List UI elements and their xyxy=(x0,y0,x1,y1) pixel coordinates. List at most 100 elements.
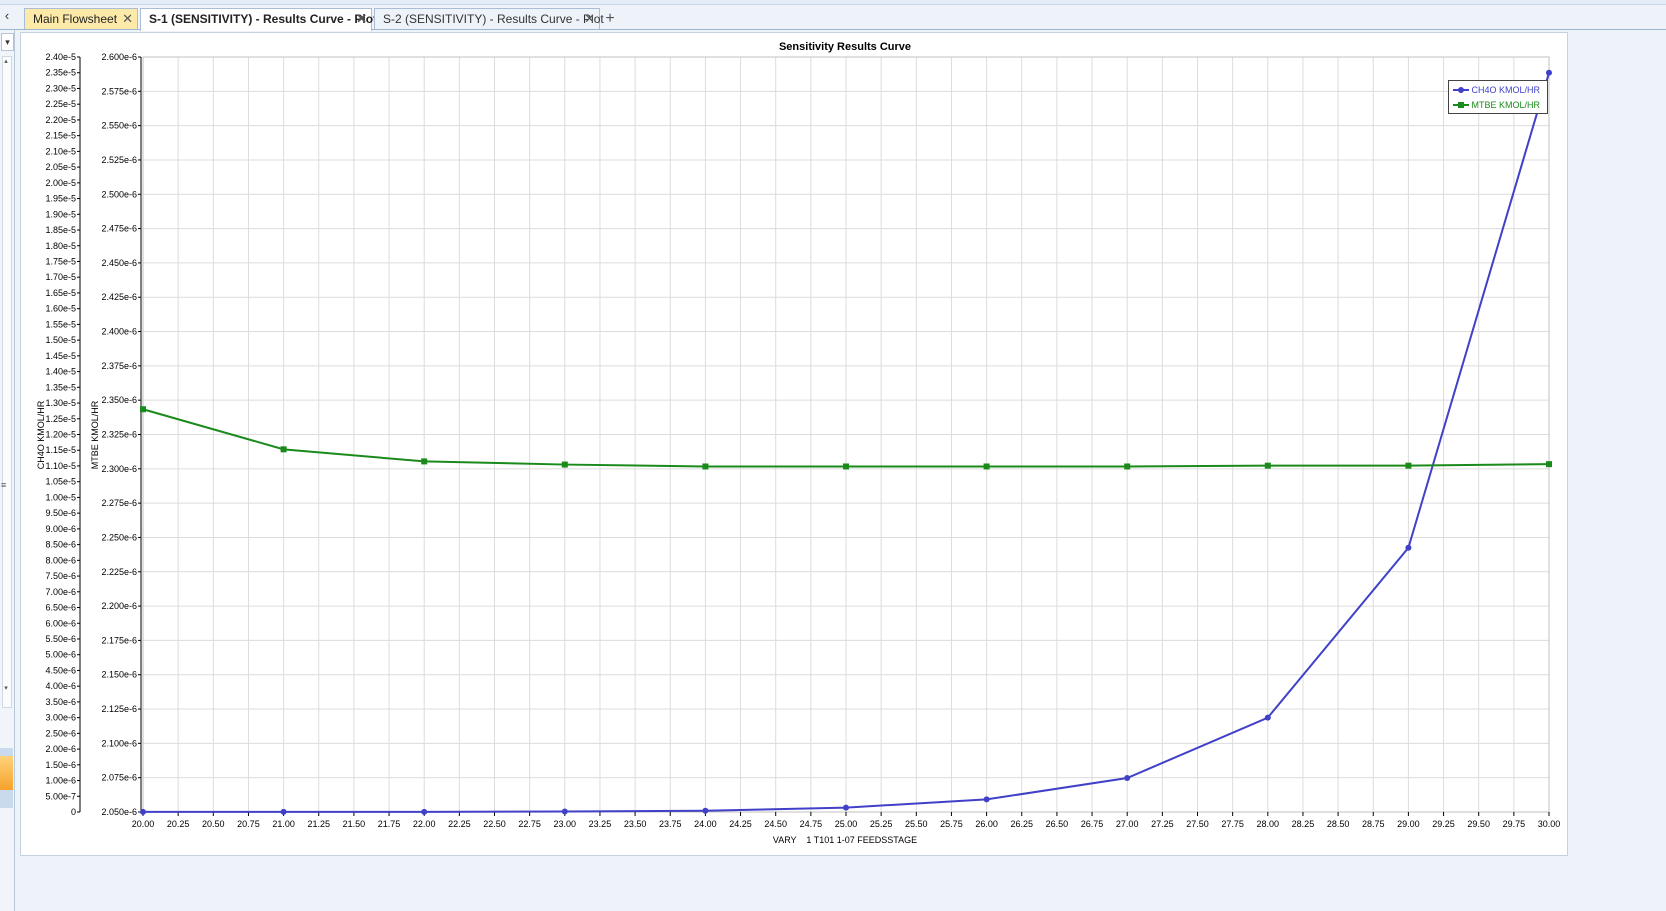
x-tick-label: 22.00 xyxy=(413,819,436,829)
x-tick-label: 28.75 xyxy=(1362,819,1385,829)
y-tick-label: 9.00e-6 xyxy=(45,524,76,534)
y-tick-label: 2.40e-5 xyxy=(45,52,76,62)
x-tick-label: 26.50 xyxy=(1046,819,1069,829)
data-point xyxy=(1124,775,1131,782)
x-tick-label: 23.50 xyxy=(624,819,647,829)
y-tick-label: 1.20e-5 xyxy=(45,430,76,440)
y-tick-label: 6.50e-6 xyxy=(45,603,76,613)
x-tick-label: 23.00 xyxy=(554,819,577,829)
data-point xyxy=(1264,714,1271,721)
y-tick-label: 7.00e-6 xyxy=(45,587,76,597)
y-tick-label: 1.80e-5 xyxy=(45,241,76,251)
x-tick-label: 22.25 xyxy=(448,819,471,829)
y-tick-label: 1.30e-5 xyxy=(45,398,76,408)
x-tick-label: 28.25 xyxy=(1292,819,1315,829)
legend: CH4O KMOL/HR MTBE KMOL/HR xyxy=(1448,80,1548,114)
x-tick-label: 25.75 xyxy=(940,819,963,829)
y-tick-label: 1.60e-5 xyxy=(45,304,76,314)
x-tick-label: 21.50 xyxy=(343,819,366,829)
y-tick-label: 1.00e-5 xyxy=(45,492,76,502)
y-tick-label: 2.325e-6 xyxy=(101,430,137,440)
y-tick-label: 2.275e-6 xyxy=(101,498,137,508)
legend-item-ch4o: CH4O KMOL/HR xyxy=(1453,83,1540,97)
square-marker-icon xyxy=(1453,98,1469,112)
x-tick-label: 21.25 xyxy=(307,819,330,829)
y-tick-label: 1.40e-5 xyxy=(45,367,76,377)
y-tick-label: 2.500e-6 xyxy=(101,189,137,199)
y-tick-label: 8.50e-6 xyxy=(45,540,76,550)
y-tick-label: 2.350e-6 xyxy=(101,395,137,405)
y-tick-label: 1.50e-5 xyxy=(45,335,76,345)
sensitivity-chart: 20.00 20.25 20.50 20.75 21.00 21.25 21.50 21.75… xyxy=(36,41,1560,845)
y-tick-label: 2.375e-6 xyxy=(101,361,137,371)
x-tick-label: 23.25 xyxy=(589,819,612,829)
y-tick-label: 8.00e-6 xyxy=(45,555,76,565)
y-tick-label: 1.15e-5 xyxy=(45,445,76,455)
axes: 20.00 20.25 20.50 20.75 21.00 21.25 21.50 21.75… xyxy=(45,52,1560,829)
y-tick-label: 1.75e-5 xyxy=(45,256,76,266)
y-tick-label: 4.50e-6 xyxy=(45,665,76,675)
y-tick-label: 1.50e-6 xyxy=(45,760,76,770)
x-tick-label: 27.75 xyxy=(1221,819,1244,829)
y-tick-label: 2.25e-5 xyxy=(45,99,76,109)
data-point xyxy=(1546,69,1552,76)
y-tick-label: 1.05e-5 xyxy=(45,477,76,487)
x-tick-label: 28.00 xyxy=(1257,819,1280,829)
y-tick-label: 1.70e-5 xyxy=(45,272,76,282)
x-tick-label: 20.50 xyxy=(202,819,225,829)
y-tick-label: 7.50e-6 xyxy=(45,571,76,581)
y-tick-label: 5.00e-6 xyxy=(45,650,76,660)
data-point xyxy=(140,406,146,413)
data-point xyxy=(1405,544,1412,551)
y-tick-label: 2.200e-6 xyxy=(101,601,137,611)
grid-lines xyxy=(142,56,1550,813)
y-tick-label: 1.00e-6 xyxy=(45,776,76,786)
data-point xyxy=(843,463,849,470)
x-tick-label: 26.75 xyxy=(1081,819,1104,829)
x-tick-label: 20.25 xyxy=(167,819,190,829)
y-tick-label: 2.525e-6 xyxy=(101,155,137,165)
x-tick-label: 28.50 xyxy=(1327,819,1350,829)
data-point xyxy=(843,804,849,811)
x-tick-label: 29.25 xyxy=(1432,819,1455,829)
x-tick-label: 22.50 xyxy=(483,819,506,829)
x-tick-label: 27.50 xyxy=(1186,819,1209,829)
data-point xyxy=(1546,461,1552,468)
x-tick-label: 27.00 xyxy=(1116,819,1139,829)
y-tick-label: 2.125e-6 xyxy=(101,704,137,714)
x-tick-label: 29.50 xyxy=(1467,819,1490,829)
data-point xyxy=(983,796,990,803)
y-tick-label: 2.35e-5 xyxy=(45,68,76,78)
legend-item-mtbe: MTBE KMOL/HR xyxy=(1453,98,1540,112)
y-tick-label: 3.50e-6 xyxy=(45,697,76,707)
x-tick-label: 20.00 xyxy=(132,819,155,829)
circle-marker-icon xyxy=(1453,83,1469,97)
x-tick-label: 26.25 xyxy=(1010,819,1033,829)
x-tick-label: 29.75 xyxy=(1503,819,1526,829)
x-tick-label: 24.50 xyxy=(764,819,787,829)
x-tick-label: 25.00 xyxy=(835,819,858,829)
y-tick-label: 1.90e-5 xyxy=(45,209,76,219)
y-tick-label: 1.95e-5 xyxy=(45,194,76,204)
y-tick-label: 1.55e-5 xyxy=(45,319,76,329)
y-tick-label: 2.150e-6 xyxy=(101,670,137,680)
y-tick-label: 2.50e-6 xyxy=(45,728,76,738)
data-point xyxy=(421,808,428,815)
y-tick-label: 5.00e-7 xyxy=(45,791,76,801)
chart-title: Sensitivity Results Curve xyxy=(779,41,911,53)
y-tick-label: 2.600e-6 xyxy=(101,52,137,62)
y-tick-label: 2.475e-6 xyxy=(101,224,137,234)
x-tick-label: 24.00 xyxy=(694,819,717,829)
y-tick-label: 2.300e-6 xyxy=(101,464,137,474)
x-tick-label: 21.75 xyxy=(378,819,401,829)
y-tick-label: 1.35e-5 xyxy=(45,382,76,392)
data-point xyxy=(1405,462,1412,469)
data-point xyxy=(983,463,990,470)
x-tick-label: 30.00 xyxy=(1538,819,1561,829)
x-tick-label: 25.25 xyxy=(870,819,893,829)
y-tick-label: 2.400e-6 xyxy=(101,327,137,337)
y-tick-label: 2.075e-6 xyxy=(101,773,137,783)
legend-label: CH4O KMOL/HR xyxy=(1471,85,1541,95)
y-tick-label: 2.30e-5 xyxy=(45,83,76,93)
x-tick-label: 20.75 xyxy=(237,819,260,829)
